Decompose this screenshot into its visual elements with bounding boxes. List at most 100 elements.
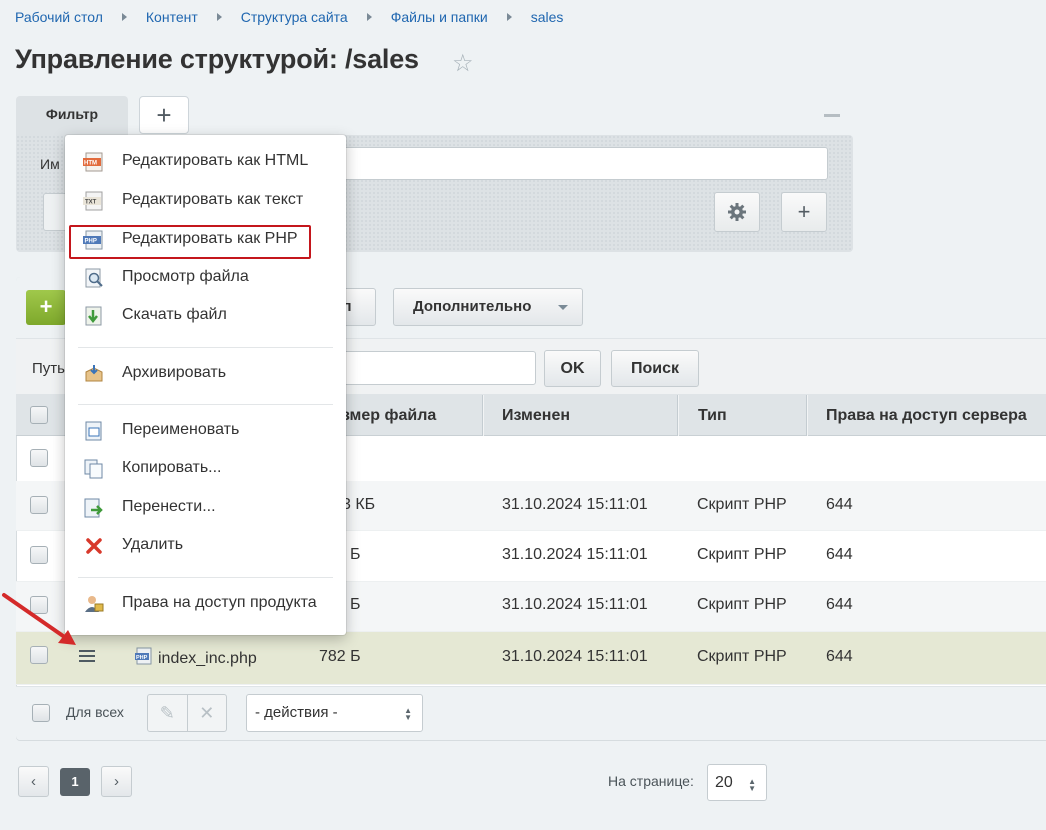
cell-size: 782 Б xyxy=(319,648,361,665)
column-type[interactable]: Тип xyxy=(698,395,727,436)
breadcrumb-sales[interactable]: sales xyxy=(531,9,564,25)
filter-name-input[interactable] xyxy=(340,147,828,180)
menu-divider xyxy=(78,577,333,578)
cell-rights: 644 xyxy=(826,648,853,665)
select-all-checkbox[interactable] xyxy=(30,406,48,424)
menu-item-delete[interactable]: Удалить xyxy=(65,528,346,564)
row-checkbox[interactable] xyxy=(30,546,48,564)
for-all-label: Для всех xyxy=(66,704,124,720)
menu-item-label: Перенести... xyxy=(122,498,216,515)
menu-item-label: Переименовать xyxy=(122,421,240,438)
add-button[interactable]: + xyxy=(26,290,66,325)
menu-item-edit-html[interactable]: HTM Редактировать как HTML xyxy=(65,144,346,180)
annotation-arrow-icon xyxy=(2,593,76,645)
html-file-icon: HTM xyxy=(83,152,103,172)
breadcrumb-separator-icon xyxy=(366,13,372,21)
row-checkbox[interactable] xyxy=(30,496,48,514)
cell-modified: 31.10.2024 15:11:01 xyxy=(502,546,648,563)
column-modified[interactable]: Изменен xyxy=(502,395,570,436)
actions-select-value: - действия - xyxy=(255,704,338,721)
copy-icon xyxy=(84,459,103,479)
svg-text:TXT: TXT xyxy=(85,200,97,206)
archive-icon xyxy=(85,365,103,382)
row-menu-burger-icon[interactable] xyxy=(79,650,95,662)
cell-modified: 31.10.2024 15:11:01 xyxy=(502,496,648,513)
menu-item-label: Скачать файл xyxy=(122,306,227,323)
menu-item-move[interactable]: Перенести... xyxy=(65,490,346,526)
php-file-icon: PHP xyxy=(135,647,152,665)
rename-icon xyxy=(85,421,102,441)
next-page-button[interactable]: › xyxy=(101,766,132,797)
breadcrumb-files-folders[interactable]: Файлы и папки xyxy=(391,9,488,25)
menu-item-label: Редактировать как HTML xyxy=(122,152,309,169)
menu-item-label: Просмотр файла xyxy=(122,268,249,285)
filter-settings-button[interactable] xyxy=(714,192,760,232)
for-all-checkbox[interactable] xyxy=(32,704,50,722)
breadcrumb-separator-icon xyxy=(506,13,512,21)
column-size[interactable]: змер файла xyxy=(342,395,436,436)
cell-modified: 31.10.2024 15:11:01 xyxy=(502,648,648,665)
menu-item-download[interactable]: Скачать файл xyxy=(65,298,346,334)
file-name-link[interactable]: index_inc.php xyxy=(158,650,257,668)
path-input[interactable] xyxy=(330,351,536,385)
menu-item-view-file[interactable]: Просмотр файла xyxy=(65,260,346,296)
extra-actions-label: Дополнительно xyxy=(413,298,532,315)
menu-item-edit-text[interactable]: TXT Редактировать как текст xyxy=(65,183,346,219)
favorite-star-icon[interactable]: ☆ xyxy=(452,49,474,78)
edit-pencil-icon[interactable]: ✎ xyxy=(148,695,187,731)
cell-rights: 644 xyxy=(826,546,853,563)
current-page[interactable]: 1 xyxy=(60,768,90,796)
breadcrumb: Рабочий стол Контент Структура сайта Фай… xyxy=(15,9,563,25)
menu-item-archive[interactable]: Архивировать xyxy=(65,356,346,392)
menu-item-label: Удалить xyxy=(122,536,184,553)
menu-item-label: Редактировать как текст xyxy=(122,191,304,208)
per-page-select[interactable]: 20 ▲ ▼ xyxy=(707,764,767,801)
column-rights[interactable]: Права на доступ сервера xyxy=(826,395,1027,436)
menu-item-label: Архивировать xyxy=(122,364,227,381)
cell-type: Скрипт PHP xyxy=(697,596,787,613)
collapse-filter-icon[interactable] xyxy=(824,114,840,117)
filter-field-label: Им xyxy=(40,156,60,172)
delete-icon xyxy=(86,538,102,554)
breadcrumb-desktop[interactable]: Рабочий стол xyxy=(15,9,103,25)
select-arrows-icon: ▲ ▼ xyxy=(404,706,412,722)
filter-add-field-button[interactable]: + xyxy=(781,192,827,232)
breadcrumb-separator-icon xyxy=(121,13,127,21)
menu-divider xyxy=(78,347,333,348)
view-file-icon xyxy=(85,268,103,288)
actions-select[interactable]: - действия - ▲ ▼ xyxy=(246,694,423,732)
gear-icon xyxy=(728,203,746,221)
column-divider[interactable] xyxy=(806,395,808,436)
cell-rights: 644 xyxy=(826,496,853,513)
menu-item-access-rights[interactable]: Права на доступ продукта xyxy=(65,586,346,622)
menu-item-label: Копировать... xyxy=(122,459,222,476)
column-divider[interactable] xyxy=(482,395,484,436)
row-checkbox[interactable] xyxy=(30,449,48,467)
column-divider[interactable] xyxy=(677,395,679,436)
breadcrumb-separator-icon xyxy=(216,13,222,21)
search-button[interactable]: Поиск xyxy=(611,350,699,387)
cell-size: Б xyxy=(350,546,361,563)
extra-actions-button[interactable]: Дополнительно xyxy=(393,288,583,326)
cell-type: Скрипт PHP xyxy=(697,546,787,563)
breadcrumb-content[interactable]: Контент xyxy=(146,9,198,25)
add-filter-tab-button[interactable]: + xyxy=(139,96,189,134)
svg-text:HTM: HTM xyxy=(84,161,97,167)
prev-page-button[interactable]: ‹ xyxy=(18,766,49,797)
menu-item-copy[interactable]: Копировать... xyxy=(65,451,346,487)
page-title: Управление структурой: /sales xyxy=(15,44,419,74)
select-arrows-icon: ▲ ▼ xyxy=(748,777,756,793)
cell-type: Скрипт PHP xyxy=(697,648,787,665)
path-label: Путь xyxy=(32,360,65,377)
per-page-value: 20 xyxy=(715,774,733,791)
txt-file-icon: TXT xyxy=(83,191,103,211)
move-icon xyxy=(84,498,103,518)
menu-item-rename[interactable]: Переименовать xyxy=(65,413,346,449)
delete-x-icon[interactable]: ✕ xyxy=(186,695,227,731)
cell-type: Скрипт PHP xyxy=(697,496,787,513)
ok-button[interactable]: OK xyxy=(544,350,601,387)
filter-tab[interactable]: Фильтр xyxy=(16,96,128,138)
breadcrumb-site-structure[interactable]: Структура сайта xyxy=(241,9,348,25)
group-actions: ✎ ✕ xyxy=(147,694,227,732)
cell-size: Б xyxy=(350,596,361,613)
